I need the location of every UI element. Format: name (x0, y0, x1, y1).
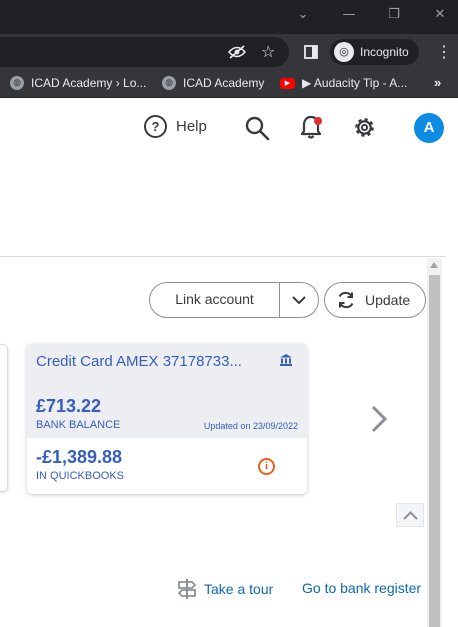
bookmark-star-icon[interactable]: ☆ (261, 42, 275, 61)
side-panel-icon[interactable] (304, 45, 318, 59)
quickbooks-balance-amount: -£1,389.88 (36, 447, 123, 467)
refresh-icon (338, 291, 354, 309)
browser-toolbar: ☆ ◎ Incognito ⋮ (0, 34, 458, 70)
updated-date: Updated on 23/09/2022 (203, 421, 298, 431)
tab-search-icon[interactable]: ⌄ (292, 6, 314, 24)
link-account-button[interactable]: Link account (150, 283, 279, 317)
browser-menu-icon[interactable]: ⋮ (436, 43, 452, 61)
info-warning-icon[interactable]: i (258, 458, 275, 475)
youtube-icon: ▶ (280, 77, 295, 89)
screen: ⌄ — ❐ ✕ ☆ ◎ Incognito ⋮ ◍ ICAD Academy ›… (0, 0, 458, 627)
quickbooks-balance-label: IN QUICKBOOKS (36, 470, 125, 482)
globe-icon: ◍ (162, 76, 176, 90)
bookmarks-overflow-button[interactable]: » (434, 75, 441, 90)
incognito-badge[interactable]: ◎ Incognito (330, 39, 419, 65)
incognito-icon: ◎ (334, 42, 354, 62)
restore-icon[interactable]: ❐ (383, 6, 405, 24)
scrollbar-thumb[interactable] (429, 275, 440, 627)
gear-icon[interactable] (352, 115, 377, 140)
bookmark-label: ICAD Academy (183, 76, 265, 90)
update-button[interactable]: Update (324, 282, 426, 318)
collapse-button[interactable] (396, 503, 424, 527)
help-button[interactable]: ? Help (144, 115, 207, 138)
account-card[interactable]: Credit Card AMEX 37178733... £713.22 BAN… (27, 344, 307, 494)
chevron-down-icon (292, 296, 306, 305)
user-avatar[interactable]: A (414, 113, 444, 143)
chevron-up-icon (403, 511, 418, 520)
app-header: ? Help (0, 98, 458, 158)
link-account-split-button: Link account (149, 282, 319, 318)
close-window-icon[interactable]: ✕ (429, 6, 451, 24)
search-icon[interactable] (244, 115, 270, 141)
scroll-up-icon[interactable] (430, 262, 438, 268)
take-a-tour-label: Take a tour (204, 581, 274, 597)
link-account-dropdown-button[interactable] (280, 283, 319, 317)
previous-account-card[interactable] (0, 344, 8, 492)
minimize-icon[interactable]: — (338, 6, 360, 24)
bank-balance-amount: £713.22 (36, 396, 102, 416)
panel-divider (0, 256, 446, 257)
signpost-icon (177, 579, 197, 599)
take-a-tour-link[interactable]: Take a tour (177, 578, 273, 600)
bank-balance-label: BANK BALANCE (36, 419, 121, 431)
bookmark-label: ▶ Audacity Tip - A... (302, 76, 408, 90)
account-title[interactable]: Credit Card AMEX 37178733... (36, 353, 271, 370)
chevron-right-icon[interactable] (370, 404, 388, 434)
bookmark-item[interactable]: ◍ ICAD Academy (162, 76, 264, 90)
help-label: Help (176, 118, 207, 135)
help-icon: ? (144, 115, 167, 138)
page-scrollbar[interactable] (427, 258, 442, 627)
bookmark-item[interactable]: ▶ ▶ Audacity Tip - A... (280, 76, 407, 90)
globe-icon: ◍ (10, 76, 24, 90)
eye-off-icon[interactable] (228, 45, 246, 59)
bookmark-label: ICAD Academy › Lo... (31, 76, 147, 90)
browser-titlebar: ⌄ — ❐ ✕ (0, 0, 458, 34)
go-to-bank-register-link[interactable]: Go to bank register (302, 580, 421, 596)
bookmarks-bar: ◍ ICAD Academy › Lo... ◍ ICAD Academy ▶ … (0, 70, 458, 98)
update-label: Update (365, 292, 411, 308)
bookmark-item[interactable]: ◍ ICAD Academy › Lo... (10, 76, 146, 90)
bank-icon (280, 354, 292, 366)
incognito-label: Incognito (360, 45, 409, 59)
address-bar[interactable]: ☆ (0, 37, 289, 67)
notification-badge (314, 117, 322, 125)
card-bank-section: Credit Card AMEX 37178733... £713.22 BAN… (27, 344, 307, 438)
